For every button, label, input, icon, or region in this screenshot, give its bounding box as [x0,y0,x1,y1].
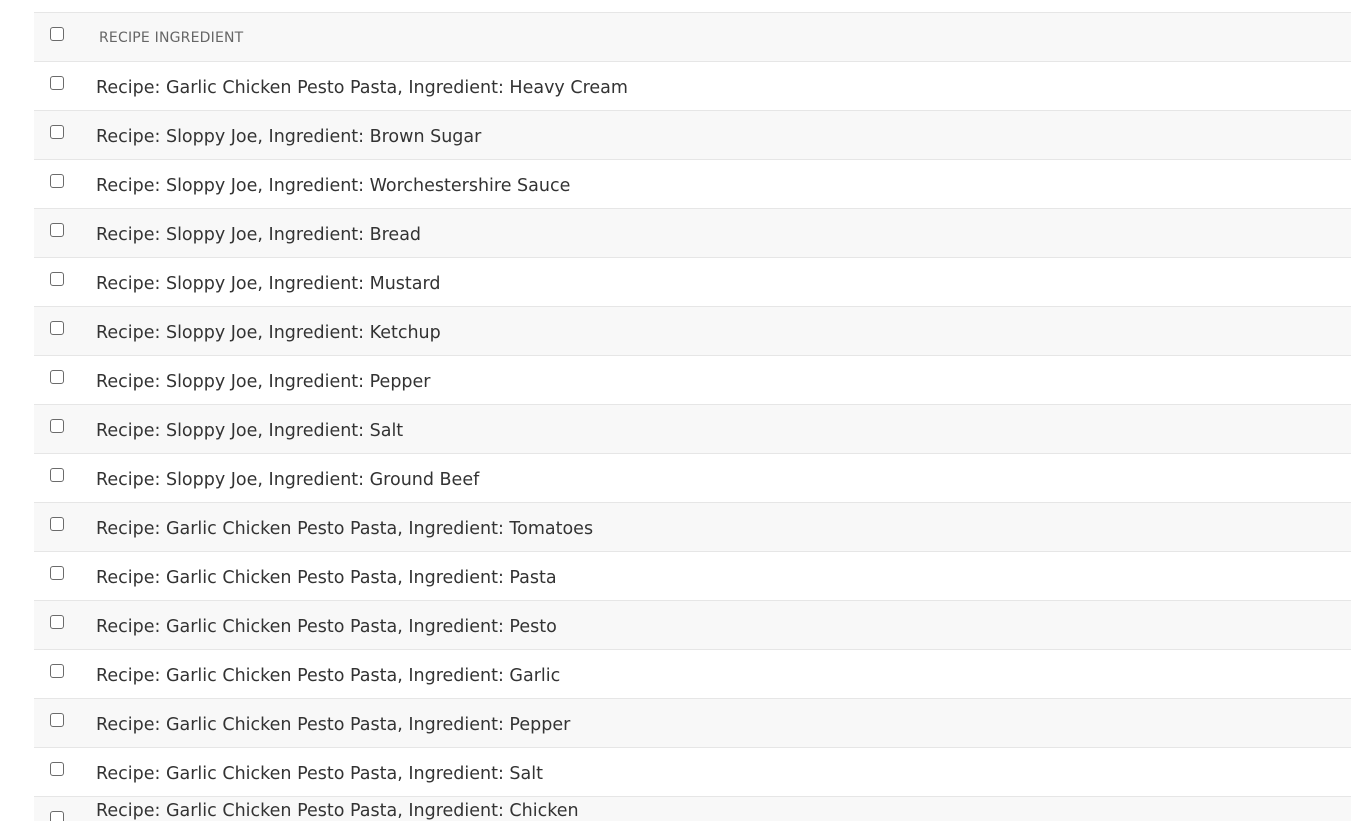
row-link-recipe-ingredient[interactable]: Recipe: Garlic Chicken Pesto Pasta, Ingr… [96,666,560,686]
table-row: Recipe: Sloppy Joe, Ingredient: Brown Su… [34,111,1351,160]
row-checkbox-cell [34,356,84,404]
table-row: Recipe: Garlic Chicken Pesto Pasta, Ingr… [34,552,1351,601]
row-checkbox-cell [34,748,84,796]
row-link-recipe-ingredient[interactable]: Recipe: Sloppy Joe, Ingredient: Worchest… [96,176,570,196]
row-link-recipe-ingredient[interactable]: Recipe: Garlic Chicken Pesto Pasta, Ingr… [96,617,557,637]
table-body: Recipe: Garlic Chicken Pesto Pasta, Ingr… [34,62,1351,821]
row-checkbox[interactable] [50,370,64,384]
row-checkbox[interactable] [50,713,64,727]
table-row: Recipe: Garlic Chicken Pesto Pasta, Ingr… [34,748,1351,797]
row-checkbox[interactable] [50,762,64,776]
recipe-ingredient-table: RECIPE INGREDIENT Recipe: Garlic Chicken… [34,12,1351,821]
row-checkbox-cell [34,552,84,600]
row-checkbox-cell [34,62,84,110]
table-row: Recipe: Sloppy Joe, Ingredient: Salt [34,405,1351,454]
row-checkbox-cell [34,601,84,649]
row-checkbox[interactable] [50,517,64,531]
row-checkbox[interactable] [50,174,64,188]
table-row: Recipe: Sloppy Joe, Ingredient: Mustard [34,258,1351,307]
table-row: Recipe: Sloppy Joe, Ingredient: Worchest… [34,160,1351,209]
row-link-recipe-ingredient[interactable]: Recipe: Garlic Chicken Pesto Pasta, Ingr… [96,715,570,735]
row-checkbox[interactable] [50,811,64,821]
row-checkbox[interactable] [50,468,64,482]
row-checkbox[interactable] [50,566,64,580]
row-checkbox[interactable] [50,615,64,629]
table-row: Recipe: Garlic Chicken Pesto Pasta, Ingr… [34,699,1351,748]
table-row: Recipe: Garlic Chicken Pesto Pasta, Ingr… [34,62,1351,111]
row-link-recipe-ingredient[interactable]: Recipe: Garlic Chicken Pesto Pasta, Ingr… [96,519,593,539]
row-checkbox-cell [34,699,84,747]
row-link-recipe-ingredient[interactable]: Recipe: Sloppy Joe, Ingredient: Ketchup [96,323,441,343]
row-link-recipe-ingredient[interactable]: Recipe: Sloppy Joe, Ingredient: Bread [96,225,421,245]
row-checkbox[interactable] [50,419,64,433]
table-row: Recipe: Garlic Chicken Pesto Pasta, Ingr… [34,503,1351,552]
row-checkbox-cell [34,503,84,551]
table-row: Recipe: Sloppy Joe, Ingredient: Pepper [34,356,1351,405]
table-row: Recipe: Garlic Chicken Pesto Pasta, Ingr… [34,601,1351,650]
row-link-recipe-ingredient[interactable]: Recipe: Sloppy Joe, Ingredient: Mustard [96,274,441,294]
row-checkbox-cell [34,454,84,502]
row-checkbox-cell [34,797,84,821]
row-link-recipe-ingredient[interactable]: Recipe: Sloppy Joe, Ingredient: Brown Su… [96,127,481,147]
table-row: Recipe: Sloppy Joe, Ingredient: Bread [34,209,1351,258]
row-checkbox-cell [34,258,84,306]
row-link-recipe-ingredient[interactable]: Recipe: Sloppy Joe, Ingredient: Salt [96,421,403,441]
row-checkbox[interactable] [50,76,64,90]
table-row: Recipe: Sloppy Joe, Ingredient: Ground B… [34,454,1351,503]
row-checkbox[interactable] [50,272,64,286]
row-checkbox-cell [34,111,84,159]
row-checkbox-cell [34,405,84,453]
row-link-recipe-ingredient[interactable]: Recipe: Garlic Chicken Pesto Pasta, Ingr… [96,764,543,784]
table-row: Recipe: Sloppy Joe, Ingredient: Ketchup [34,307,1351,356]
select-all-checkbox[interactable] [50,27,64,41]
row-link-recipe-ingredient[interactable]: Recipe: Garlic Chicken Pesto Pasta, Ingr… [96,78,628,98]
header-checkbox-cell [34,13,84,61]
table-row: Recipe: Garlic Chicken Pesto Pasta, Ingr… [34,650,1351,699]
row-checkbox-cell [34,650,84,698]
row-link-recipe-ingredient[interactable]: Recipe: Sloppy Joe, Ingredient: Ground B… [96,470,479,490]
row-checkbox[interactable] [50,664,64,678]
row-link-recipe-ingredient[interactable]: Recipe: Sloppy Joe, Ingredient: Pepper [96,372,431,392]
row-checkbox[interactable] [50,223,64,237]
row-checkbox-cell [34,307,84,355]
column-header-recipe-ingredient[interactable]: RECIPE INGREDIENT [99,30,243,46]
row-checkbox-cell [34,160,84,208]
table-header-row: RECIPE INGREDIENT [34,13,1351,62]
row-checkbox[interactable] [50,321,64,335]
table-row: Recipe: Garlic Chicken Pesto Pasta, Ingr… [34,797,1351,821]
row-link-recipe-ingredient[interactable]: Recipe: Garlic Chicken Pesto Pasta, Ingr… [96,568,557,588]
row-checkbox[interactable] [50,125,64,139]
row-link-recipe-ingredient[interactable]: Recipe: Garlic Chicken Pesto Pasta, Ingr… [96,801,579,821]
row-checkbox-cell [34,209,84,257]
